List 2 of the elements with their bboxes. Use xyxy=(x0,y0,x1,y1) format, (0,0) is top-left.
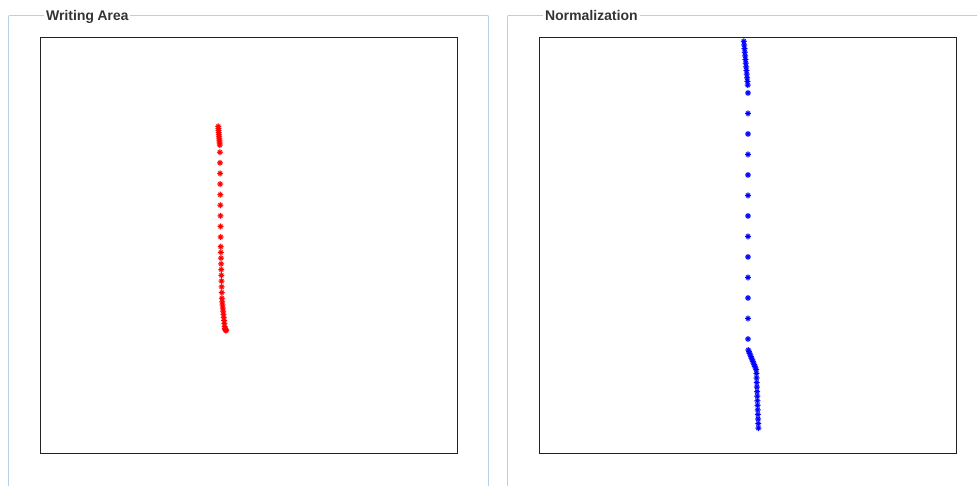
panel-title: Normalization xyxy=(544,7,639,23)
panel-title: Writing Area xyxy=(45,7,130,23)
